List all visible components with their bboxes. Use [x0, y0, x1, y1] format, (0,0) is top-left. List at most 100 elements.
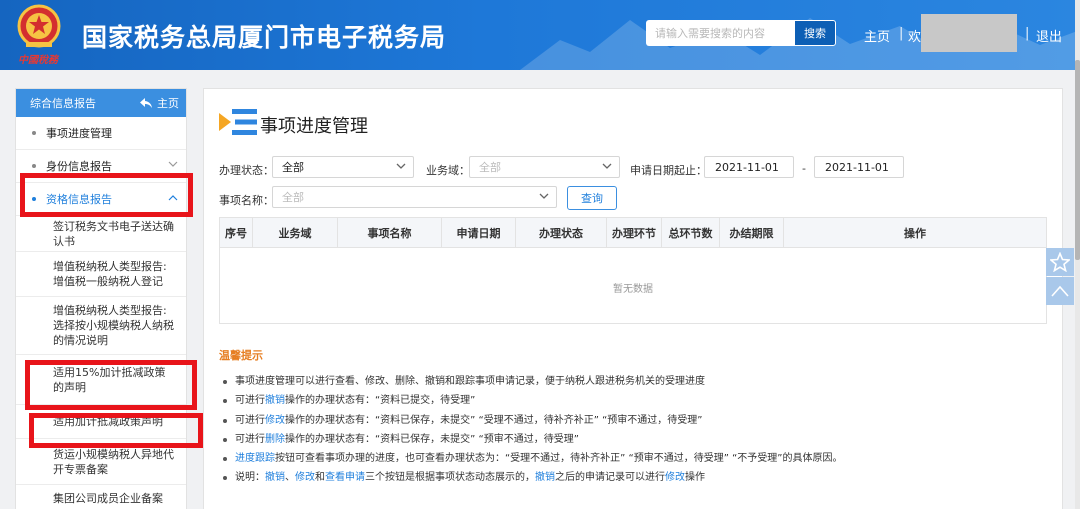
annotation-highlight: [25, 360, 197, 410]
sidebar-home-label: 主页: [157, 97, 179, 110]
tip-link-revoke[interactable]: 撤销: [535, 472, 555, 483]
tip-item: 事项进度管理可以进行查看、修改、删除、撤销和跟踪事项申请记录，便于纳税人跟进税务…: [222, 372, 1052, 391]
tip-text: 按钮可查看事项办理的进度，也可查看办理状态为：“受理不通过，待补齐补正” “预审…: [275, 453, 843, 465]
sidebar-subitem-label: 增值税纳税人类型报告:选择按小规模纳税人纳税的情况说明: [53, 304, 174, 347]
tip-text: 可进行: [235, 433, 265, 445]
chevron-down-icon: [602, 163, 612, 169]
slogan-text: 中國稅務: [18, 55, 58, 66]
sidebar-subitem-label: 货运小规模纳税人异地代开专票备案: [53, 447, 174, 476]
top-header: 中國稅務 国家税务总局厦门市电子税务局 搜索 主页 | 欢 | 退出: [0, 0, 1080, 70]
column-header: 业务域: [253, 218, 338, 247]
status-select-value: 全部: [282, 161, 304, 174]
domain-select-value: 全部: [479, 161, 501, 174]
scrollbar-thumb[interactable]: [1075, 60, 1080, 260]
sidebar-subitem-label: 增值税纳税人类型报告:增值税一般纳税人登记: [53, 260, 167, 288]
tip-text: 操作的办理状态有：“资料已保存，未提交” “预审不通过，待受理”: [285, 433, 579, 445]
tip-text: 可进行: [235, 395, 265, 407]
tip-link-delete[interactable]: 删除: [265, 434, 285, 445]
results-table: 序号 业务域 事项名称 申请日期 办理状态 办理环节 总环节数 办结期限 操作 …: [219, 217, 1047, 324]
column-header: 办理状态: [516, 218, 607, 247]
column-header: 办理环节: [607, 218, 662, 247]
tip-item: 可进行修改操作的办理状态有：“资料已保存，未提交” “受理不通过，待补齐补正” …: [222, 411, 1052, 430]
national-emblem-icon: [17, 4, 61, 48]
tip-link-modify[interactable]: 修改: [295, 472, 315, 483]
sidebar-subitem[interactable]: 签订税务文书电子送达确认书: [16, 216, 186, 252]
column-header: 总环节数: [662, 218, 720, 247]
column-header: 办结期限: [720, 218, 784, 247]
bullet-dot: [32, 164, 36, 168]
sidebar-item-label: 事项进度管理: [46, 127, 112, 140]
tip-item: 说明：撤销、修改和查看申请三个按钮是根据事项状态动态展示的，撤销之后的申请记录可…: [222, 468, 1052, 487]
nav-separator: |: [899, 26, 904, 41]
star-icon: [1050, 252, 1070, 272]
tip-text: 事项进度管理可以进行查看、修改、删除、撤销和跟踪事项申请记录，便于纳税人跟进税务…: [235, 376, 705, 387]
tips-title: 温馨提示: [219, 349, 263, 362]
sidebar-home-link[interactable]: 主页: [140, 95, 179, 111]
status-select[interactable]: 全部: [272, 156, 414, 178]
sidebar-item-progress[interactable]: 事项进度管理: [16, 117, 186, 150]
search-input[interactable]: [646, 20, 794, 46]
sidebar-header-title: 综合信息报告: [30, 97, 96, 110]
table-header: 序号 业务域 事项名称 申请日期 办理状态 办理环节 总环节数 办结期限 操作: [220, 218, 1046, 248]
domain-select[interactable]: 全部: [469, 156, 620, 178]
nav-separator: |: [1025, 26, 1030, 41]
page-title: 事项进度管理: [260, 116, 368, 137]
sidebar-header: 综合信息报告 主页: [16, 89, 186, 117]
tip-link-modify[interactable]: 修改: [665, 472, 685, 483]
tip-text: 、: [285, 472, 295, 484]
back-to-top-button[interactable]: [1046, 277, 1074, 305]
tip-text: 操作的办理状态有：“资料已提交，待受理”: [285, 395, 476, 407]
tip-link-track[interactable]: 进度跟踪: [235, 453, 275, 464]
column-header: 操作: [904, 226, 926, 240]
sidebar-subitem[interactable]: 增值税纳税人类型报告:增值税一般纳税人登记: [16, 252, 186, 297]
query-button[interactable]: 查询: [567, 186, 617, 210]
column-header: 申请日期: [442, 218, 516, 247]
tip-text: 和: [315, 472, 325, 484]
tip-text: 三个按钮是根据事项状态动态展示的，: [365, 472, 535, 484]
annotation-highlight: [29, 413, 203, 448]
sidebar-subitem-label: 签订税务文书电子送达确认书: [53, 219, 174, 248]
tip-item: 可进行删除操作的办理状态有：“资料已保存，未提交” “预审不通过，待受理”: [222, 430, 1052, 449]
date-to-input[interactable]: 2021-11-01: [814, 156, 904, 178]
tip-link-view[interactable]: 查看申请: [325, 472, 365, 483]
tip-item: 进度跟踪按钮可查看事项办理的进度，也可查看办理状态为：“受理不通过，待补齐补正”…: [222, 449, 1052, 468]
date-from-input[interactable]: 2021-11-01: [704, 156, 794, 178]
chevron-down-icon: [168, 161, 178, 167]
item-name-label: 事项名称：: [219, 194, 274, 207]
tip-link-revoke[interactable]: 撤销: [265, 395, 285, 406]
tip-text: 可进行: [235, 414, 265, 426]
tip-link-modify[interactable]: 修改: [265, 415, 285, 426]
chevron-down-icon: [396, 163, 406, 169]
table-empty-text: 暂无数据: [613, 284, 653, 295]
tip-link-revoke[interactable]: 撤销: [265, 472, 285, 483]
home-arrow-icon: [140, 98, 152, 108]
sidebar-item-label: 身份信息报告: [46, 160, 112, 173]
nav-home-link[interactable]: 主页: [864, 26, 890, 45]
favorite-button[interactable]: [1046, 248, 1074, 276]
sidebar-subitem[interactable]: 增值税纳税人类型报告:选择按小规模纳税人纳税的情况说明: [16, 297, 186, 355]
main-panel: 事项进度管理 办理状态： 全部 业务域： 全部 申请日期起止： 2021-11-…: [203, 88, 1063, 509]
bullet-dot: [32, 131, 36, 135]
date-range-label: 申请日期起止：: [630, 164, 707, 177]
item-name-select[interactable]: 全部: [272, 186, 557, 208]
column-header: 序号: [220, 218, 253, 247]
menu-list-icon: [219, 109, 257, 135]
welcome-text: 欢: [908, 30, 922, 45]
logout-link[interactable]: 退出: [1036, 26, 1062, 45]
tip-item: 可进行撤销操作的办理状态有：“资料已提交，待受理”: [222, 391, 1052, 410]
column-header: 事项名称: [338, 218, 442, 247]
arrow-up-icon: [1051, 285, 1069, 297]
page-scrollbar[interactable]: [1075, 0, 1080, 509]
site-title: 国家税务总局厦门市电子税务局: [82, 23, 447, 52]
tip-text: 操作: [685, 472, 705, 484]
item-name-select-value: 全部: [282, 191, 304, 204]
date-separator: -: [802, 162, 806, 175]
search-button[interactable]: 搜索: [794, 20, 836, 46]
redacted-username: [921, 14, 1017, 52]
tips-list: 事项进度管理可以进行查看、修改、删除、撤销和跟踪事项申请记录，便于纳税人跟进税务…: [222, 372, 1052, 488]
status-label: 办理状态：: [219, 164, 274, 177]
domain-label: 业务域：: [426, 164, 470, 177]
annotation-highlight: [20, 173, 193, 217]
sidebar-subitem[interactable]: 集团公司成员企业备案: [16, 485, 186, 509]
chevron-down-icon: [539, 193, 549, 199]
